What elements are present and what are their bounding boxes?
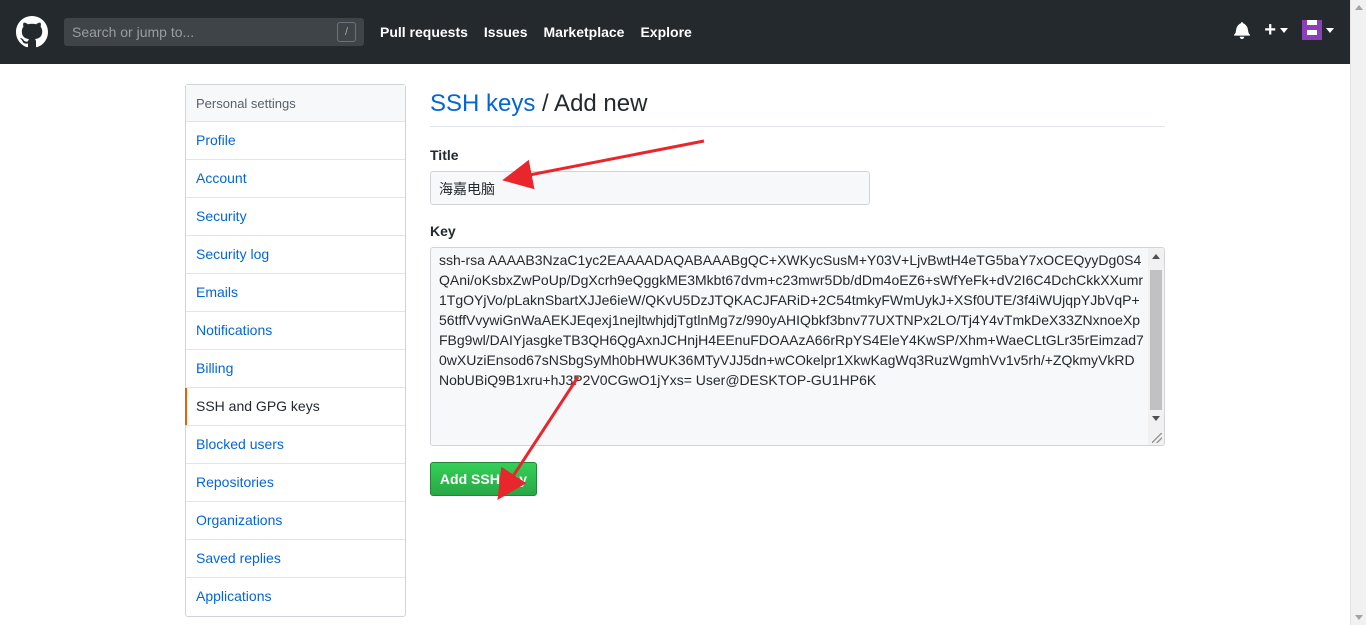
sidebar-heading: Personal settings [186,85,405,122]
key-field[interactable]: ssh-rsa AAAAB3NzaC1yc2EAAAADAQABAAABgQC+… [430,247,1165,446]
settings-sidebar: Personal settings Profile Account Securi… [185,84,406,617]
scroll-up-icon[interactable] [1152,254,1160,259]
top-header: Search or jump to... / Pull requests Iss… [0,0,1350,64]
breadcrumb-current: / Add new [535,90,648,117]
sidebar-item-profile[interactable]: Profile [186,122,405,160]
breadcrumb-ssh-keys-link[interactable]: SSH keys [430,90,535,117]
chevron-down-icon [1280,27,1288,33]
sidebar-item-notifications[interactable]: Notifications [186,312,405,350]
bell-icon[interactable] [1234,21,1251,39]
nav-marketplace[interactable]: Marketplace [544,24,625,40]
create-new-dropdown[interactable]: + [1264,20,1288,40]
nav-issues[interactable]: Issues [484,24,528,40]
header-nav: Pull requests Issues Marketplace Explore [380,0,708,64]
title-field-label: Title [430,147,459,163]
key-field-scroll-thumb[interactable] [1150,270,1162,410]
sidebar-item-emails[interactable]: Emails [186,274,405,312]
scroll-down-icon[interactable] [1355,615,1363,620]
page-scrollbar[interactable] [1350,0,1366,625]
sidebar-item-security-log[interactable]: Security log [186,236,405,274]
plus-icon: + [1264,19,1276,41]
sidebar-item-blocked-users[interactable]: Blocked users [186,426,405,464]
key-field-label: Key [430,223,456,239]
github-logo-icon[interactable] [16,16,48,48]
search-placeholder: Search or jump to... [72,24,195,40]
sidebar-item-security[interactable]: Security [186,198,405,236]
add-ssh-key-button[interactable]: Add SSH key [430,462,537,496]
main-content: SSH keys / Add new Title 海嘉电脑 Key ssh-rs… [430,84,1165,496]
nav-explore[interactable]: Explore [640,24,691,40]
search-input[interactable]: Search or jump to... / [64,18,364,46]
user-menu-dropdown[interactable] [1302,20,1334,40]
page-title: SSH keys / Add new [430,84,1165,127]
sidebar-item-ssh-gpg-keys[interactable]: SSH and GPG keys [185,388,405,426]
sidebar-item-account[interactable]: Account [186,160,405,198]
header-actions: + [1234,20,1334,40]
sidebar-item-repositories[interactable]: Repositories [186,464,405,502]
chevron-down-icon [1326,27,1334,33]
key-field-text: ssh-rsa AAAAB3NzaC1yc2EAAAADAQABAAABgQC+… [439,252,1144,388]
avatar [1302,20,1322,40]
scroll-up-icon[interactable] [1355,5,1363,10]
nav-pull-requests[interactable]: Pull requests [380,24,468,40]
title-field[interactable]: 海嘉电脑 [430,171,870,205]
sidebar-item-applications[interactable]: Applications [186,578,405,616]
resize-handle-icon[interactable] [1152,433,1162,443]
sidebar-item-billing[interactable]: Billing [186,350,405,388]
scroll-down-icon[interactable] [1152,416,1160,421]
sidebar-item-saved-replies[interactable]: Saved replies [186,540,405,578]
sidebar-item-organizations[interactable]: Organizations [186,502,405,540]
search-shortcut-key: / [337,22,356,42]
